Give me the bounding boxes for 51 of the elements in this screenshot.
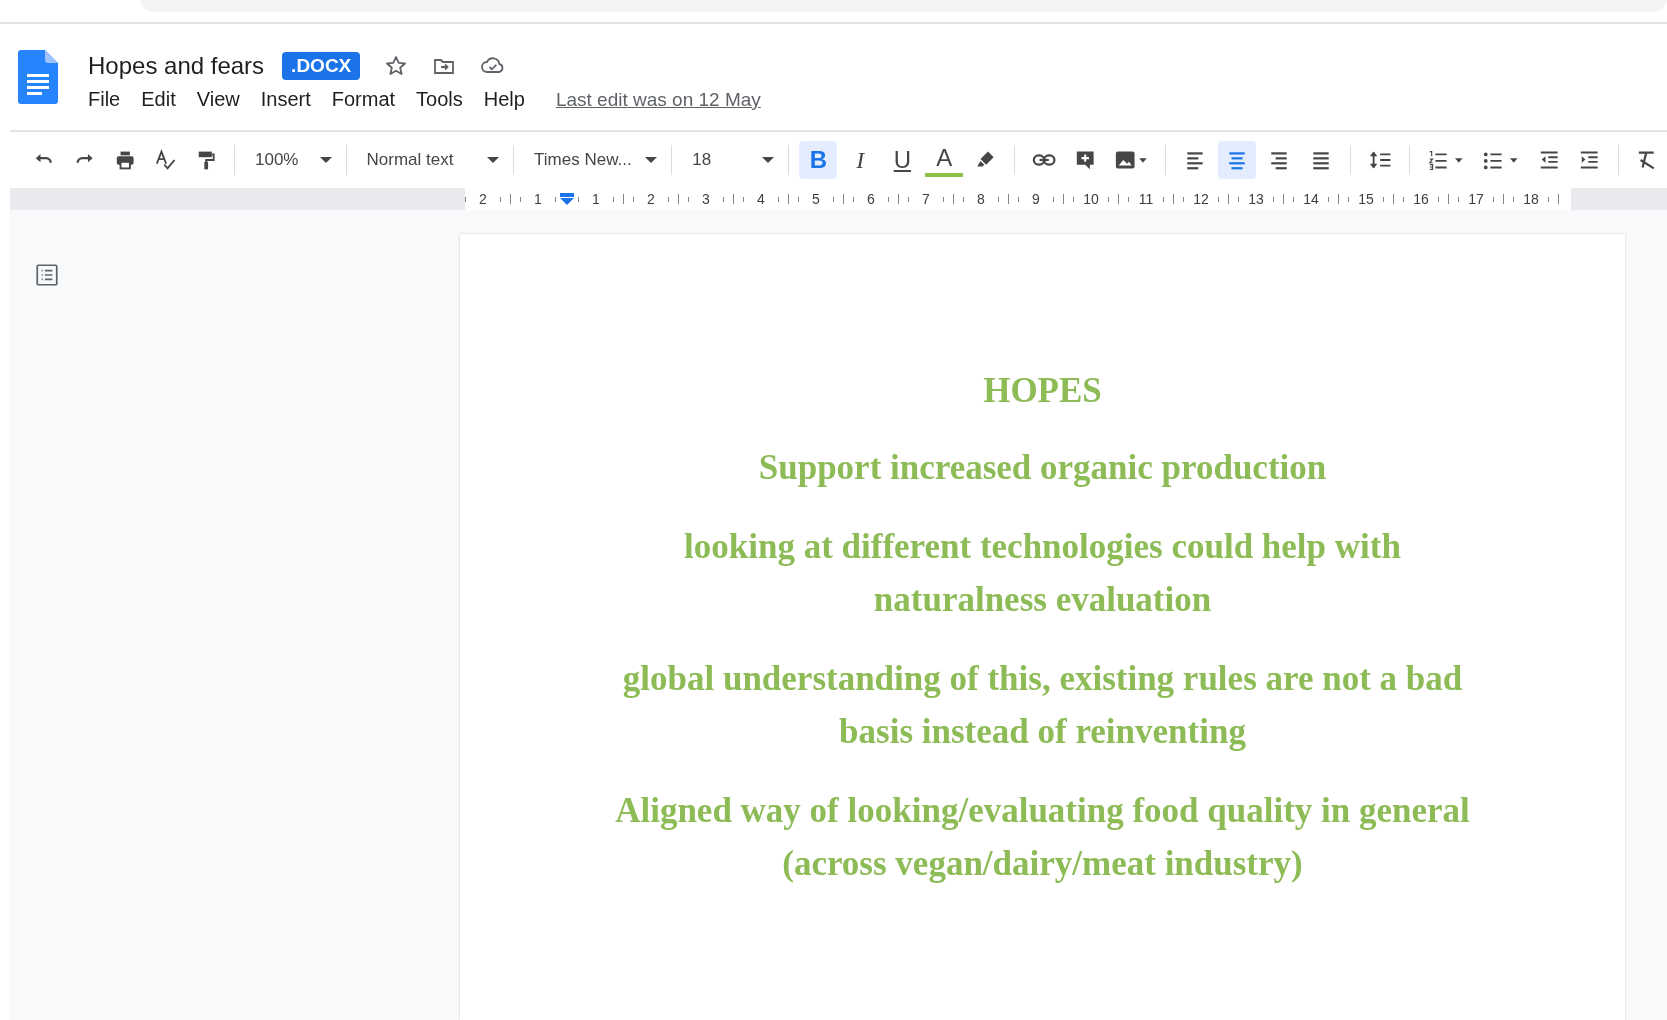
ruler[interactable]: 2 1 1 2 3 4 5 6 7 8 9 10 11 12 13 14 15 16 17 18 bbox=[10, 188, 1667, 210]
menu-item[interactable]: File bbox=[88, 88, 121, 111]
menu-item[interactable]: Format bbox=[331, 88, 396, 111]
document-paragraph: Aligned way of looking/evaluating food quality in general (across vegan/dairy/meat industry) bbox=[614, 790, 1471, 885]
document-paragraph: HOPES bbox=[982, 370, 1103, 412]
align-center-button[interactable] bbox=[1217, 141, 1256, 179]
spellcheck-icon[interactable] bbox=[154, 148, 177, 172]
ruler-number: 7 bbox=[921, 191, 931, 207]
font-size-dropdown[interactable]: 18 bbox=[680, 142, 781, 178]
outline-icon[interactable] bbox=[34, 262, 60, 288]
ruler-number: 12 bbox=[1193, 191, 1209, 207]
font-dropdown[interactable]: Times New... bbox=[522, 142, 664, 178]
numbered-list-icon[interactable] bbox=[1427, 148, 1465, 172]
ruler-number: 1 bbox=[591, 191, 601, 207]
underline-button[interactable]: U bbox=[883, 141, 922, 179]
ruler-number: 2 bbox=[478, 191, 488, 207]
zoom-dropdown[interactable]: 100% bbox=[242, 142, 338, 178]
ruler-number: 4 bbox=[756, 191, 766, 207]
ruler-number: 2 bbox=[646, 191, 656, 207]
ruler-number: 16 bbox=[1413, 191, 1429, 207]
ruler-number: 1 bbox=[533, 191, 543, 207]
document-paragraph: looking at different technologies could help with naturalness evaluation bbox=[683, 526, 1402, 621]
color-button[interactable]: A bbox=[925, 143, 964, 177]
ruler-number: 6 bbox=[866, 191, 876, 207]
ruler-number: 15 bbox=[1358, 191, 1374, 207]
file-format-badge: .DOCX bbox=[282, 52, 361, 80]
indent-marker-icon[interactable] bbox=[559, 193, 575, 205]
bold-button[interactable]: B bbox=[799, 141, 838, 179]
ruler-number: 13 bbox=[1248, 191, 1264, 207]
style-dropdown[interactable]: Normal text bbox=[354, 142, 506, 178]
document-paragraph: Support increased organic production bbox=[757, 447, 1328, 489]
ruler-number: 14 bbox=[1303, 191, 1319, 207]
ruler-number: 11 bbox=[1138, 191, 1154, 207]
menu-item[interactable]: Help bbox=[483, 88, 525, 111]
ruler-number: 3 bbox=[701, 191, 711, 207]
ruler-number: 10 bbox=[1083, 191, 1099, 207]
document-icon[interactable] bbox=[18, 50, 58, 104]
ruler-number: 8 bbox=[976, 191, 986, 207]
ruler-number: 5 bbox=[811, 191, 821, 207]
document-paragraph: global understanding of this, existing rules are not a bad basis instead of reinventing bbox=[621, 658, 1464, 753]
italic-button[interactable]: I bbox=[841, 141, 880, 179]
ruler-number: 9 bbox=[1031, 191, 1041, 207]
document-title[interactable]: Hopes and fears bbox=[88, 52, 265, 80]
ruler-number: 17 bbox=[1468, 191, 1484, 207]
menu-item[interactable]: Tools bbox=[416, 88, 463, 111]
ruler-number: 18 bbox=[1523, 191, 1539, 207]
menu-item[interactable]: View bbox=[196, 88, 240, 111]
last-edit-link[interactable]: Last edit was on 12 May bbox=[555, 88, 761, 111]
star-icon[interactable] bbox=[384, 54, 409, 78]
menu-item[interactable]: Edit bbox=[141, 88, 176, 111]
menu-item[interactable]: Insert bbox=[260, 88, 311, 111]
